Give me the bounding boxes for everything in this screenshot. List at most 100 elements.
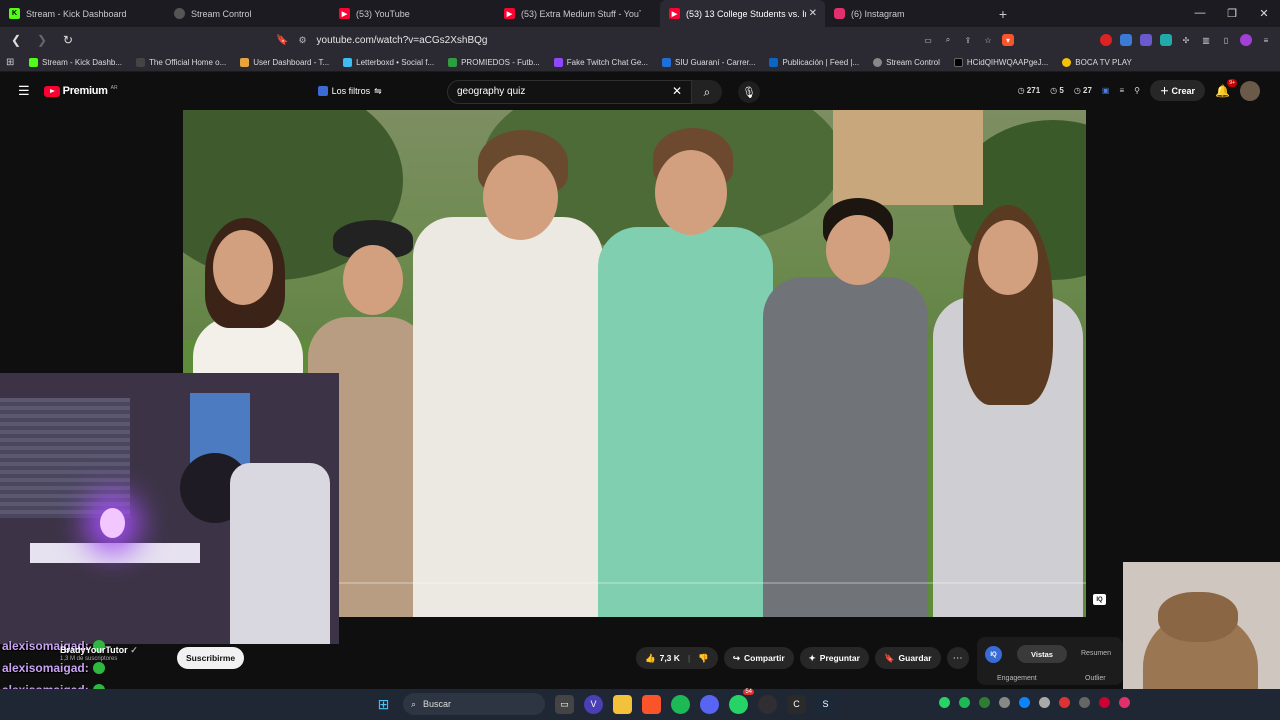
zoom-icon[interactable]: ⌕ — [942, 34, 954, 46]
windows-start-icon[interactable]: ⊞ — [374, 695, 393, 714]
ccleaner-icon[interactable]: C — [787, 694, 806, 714]
bookmark-item[interactable]: The Official Home o... — [131, 57, 231, 67]
youtube-logo[interactable]: Premium AR — [43, 85, 118, 97]
tab-college-students[interactable]: ▶ (53) 13 College Students vs. Imp ✕ — [660, 0, 825, 27]
profile-icon[interactable] — [1240, 34, 1252, 46]
ask-button[interactable]: ✦ Preguntar — [799, 647, 869, 669]
tab-instagram[interactable]: (6) Instagram — [825, 0, 990, 27]
tray-icon[interactable] — [1059, 697, 1070, 708]
tab-youtube[interactable]: ▶ (53) YouTube — [330, 0, 495, 27]
hamburger-menu-icon[interactable]: ☰ — [18, 83, 30, 99]
bookmark-item[interactable]: User Dashboard - T... — [235, 57, 334, 67]
person-head — [655, 150, 727, 235]
channel-name[interactable]: BradyYourTutor ✓ — [60, 645, 138, 656]
search-button[interactable]: ⌕ — [692, 80, 722, 104]
extension-icon[interactable]: ▣ — [1102, 86, 1110, 95]
task-view-icon[interactable]: ▭ — [555, 694, 574, 714]
iq-logo[interactable]: IQ — [985, 646, 1002, 663]
spotify-tray-icon[interactable] — [959, 697, 970, 708]
more-options-button[interactable]: ⋯ — [946, 647, 969, 669]
discord-icon[interactable] — [700, 694, 719, 714]
screen-icon[interactable]: ▭ — [922, 34, 934, 46]
extension-cyan-icon[interactable] — [1160, 34, 1172, 46]
puzzle-icon[interactable]: ✣ — [1180, 34, 1192, 46]
bookmark-item[interactable]: HCidQIHWQAAPgeJ... — [949, 57, 1053, 67]
new-tab-button[interactable]: + — [990, 6, 1016, 22]
back-icon[interactable]: ❮ — [8, 33, 24, 47]
menu-icon[interactable]: ≡ — [1260, 34, 1272, 46]
avatar[interactable] — [1240, 80, 1260, 101]
taskbar-search[interactable]: ⌕ Buscar — [403, 693, 545, 715]
spotify-icon[interactable] — [671, 694, 690, 714]
list-icon[interactable]: ≡ — [1119, 86, 1124, 95]
notifications-bell-icon[interactable]: 🔔 9+ — [1215, 78, 1237, 98]
obs-icon[interactable] — [758, 694, 777, 714]
bookmark-item[interactable]: Fake Twitch Chat Ge... — [549, 57, 653, 67]
extension-purple-icon[interactable] — [1140, 34, 1152, 46]
create-button[interactable]: ＋ Crear — [1150, 80, 1206, 101]
split-view-icon[interactable]: ▯ — [1220, 34, 1232, 46]
tray-icon[interactable] — [1039, 697, 1050, 708]
site-info-icon[interactable]: ⚙ — [298, 35, 306, 46]
whatsapp-icon[interactable]: 54 — [729, 688, 754, 714]
tray-icon[interactable] — [1119, 697, 1130, 708]
file-explorer-icon[interactable] — [613, 694, 632, 714]
tray-icon[interactable] — [999, 697, 1010, 708]
star-icon[interactable]: ☆ — [982, 34, 994, 46]
share-button[interactable]: ↪ Compartir — [723, 647, 794, 669]
restore-icon[interactable]: ❐ — [1216, 7, 1248, 20]
tray-icon[interactable] — [1079, 697, 1090, 708]
subscribe-button[interactable]: Suscribirme — [177, 647, 245, 669]
tray-icon[interactable] — [1019, 697, 1030, 708]
tray-icon[interactable] — [979, 697, 990, 708]
minimize-icon[interactable]: — — [1184, 7, 1216, 20]
close-tab-icon[interactable]: ✕ — [809, 8, 817, 19]
tab-kick-dashboard[interactable]: K Stream - Kick Dashboard — [0, 0, 165, 27]
bookmark-item[interactable]: Publicación | Feed |... — [764, 57, 864, 67]
vpn-icon[interactable]: V — [584, 694, 603, 714]
apps-icon[interactable]: ⊞ — [6, 57, 20, 68]
pin-icon[interactable]: ⚲ — [1134, 86, 1140, 95]
search-icon: ⌕ — [411, 698, 417, 709]
search-input[interactable]: geography quiz — [447, 80, 692, 104]
extension-blue-icon[interactable] — [1120, 34, 1132, 46]
bookmark-item[interactable]: BOCA TV PLAY — [1057, 57, 1137, 67]
metric-outlier[interactable]: Outlier — [1085, 675, 1106, 682]
forward-icon[interactable]: ❯ — [34, 33, 50, 47]
reload-icon[interactable]: ↻ — [60, 33, 76, 47]
metric-engagement[interactable]: Engagement — [997, 675, 1037, 682]
bookmark-item[interactable]: Stream Control — [868, 57, 945, 67]
bookmark-item[interactable]: Stream - Kick Dashb... — [24, 57, 127, 67]
sidebar-icon[interactable]: ▥ — [1200, 34, 1212, 46]
bookmark-label: BOCA TV PLAY — [1075, 57, 1132, 67]
iq-icon[interactable]: IQ — [1093, 594, 1106, 605]
share-icon[interactable]: ⇪ — [962, 34, 974, 46]
tab-stream-control[interactable]: Stream Control — [165, 0, 330, 27]
video-progress-bar[interactable] — [339, 582, 1086, 584]
bookmark-icon[interactable]: 🔖 — [276, 35, 288, 46]
whatsapp-tray-icon[interactable] — [939, 697, 950, 708]
bookmark-label: Fake Twitch Chat Ge... — [566, 57, 648, 67]
tab-vistas[interactable]: Vistas — [1017, 645, 1067, 663]
mic-button[interactable]: 🎙 — [738, 81, 760, 103]
boca-icon — [1062, 57, 1072, 67]
tray-icon[interactable] — [1099, 697, 1110, 708]
filters-label: Los filtros — [331, 86, 371, 96]
channel-info[interactable]: BradyYourTutor ✓ 1,3 M de suscriptores — [60, 645, 138, 662]
extension-red-icon[interactable] — [1100, 34, 1112, 46]
brave-icon[interactable] — [642, 694, 661, 714]
steam-icon[interactable]: S — [816, 694, 835, 714]
thumbs-down-icon[interactable]: 👎 — [698, 653, 709, 664]
tab-extra-medium-stuff[interactable]: ▶ (53) Extra Medium Stuff - YouTube — [495, 0, 660, 27]
clear-search-icon[interactable]: ✕ — [672, 84, 682, 98]
bookmark-item[interactable]: SIU Guaraní - Carrer... — [657, 57, 760, 67]
brave-shield-icon[interactable]: ▾ — [1002, 34, 1014, 46]
url-field[interactable]: youtube.com/watch?v=aCGs2XshBQg — [317, 35, 488, 46]
bookmark-item[interactable]: Letterboxd • Social f... — [338, 57, 439, 67]
like-button[interactable]: 👍 7,3 K | 👎 — [636, 647, 718, 669]
bookmark-item[interactable]: PROMIEDOS - Futb... — [443, 57, 545, 67]
save-button[interactable]: 🔖 Guardar — [874, 647, 941, 669]
close-window-icon[interactable]: ✕ — [1248, 7, 1280, 20]
filters-button[interactable]: Los filtros ⇋ — [317, 86, 382, 97]
tab-resumen[interactable]: Resumen — [1081, 650, 1111, 657]
